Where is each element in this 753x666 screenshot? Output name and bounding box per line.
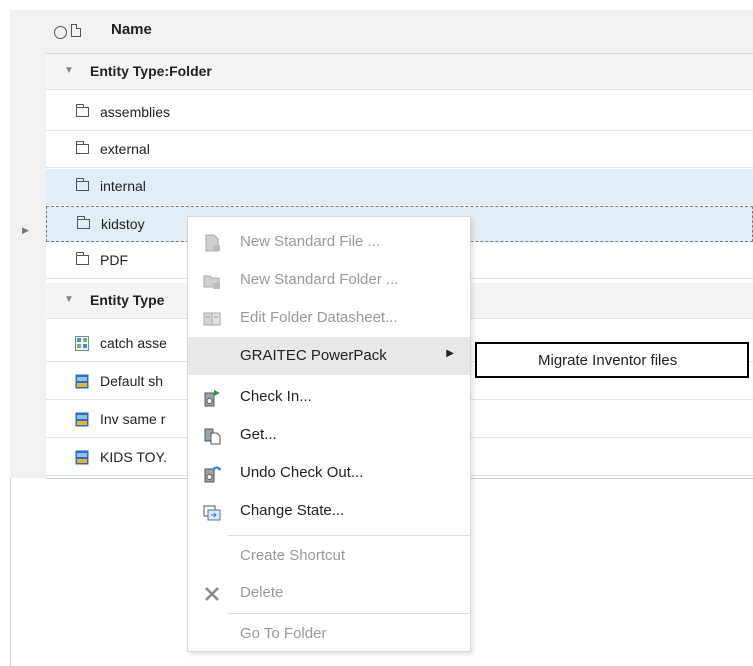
name-column-header[interactable]: Name (111, 21, 152, 38)
menu-item-label: GRAITEC PowerPack (240, 347, 387, 364)
row-name: KIDS TOY. (100, 449, 167, 465)
menu-item-edit-folder-datasheet[interactable]: Edit Folder Datasheet... (188, 299, 470, 337)
folder-icon (76, 178, 89, 191)
assembly-file-icon (75, 336, 89, 351)
menu-item-delete[interactable]: Delete (188, 574, 470, 612)
menu-item-label: Check In... (240, 388, 312, 405)
table-row[interactable]: external (46, 132, 753, 168)
inventor-file-icon (75, 374, 89, 389)
menu-item-get[interactable]: Get... (188, 416, 470, 454)
submenu-item-migrate-inventor-files[interactable]: Migrate Inventor files (538, 352, 677, 369)
grid-header: Name (46, 10, 753, 54)
row-name: Default sh (100, 373, 164, 389)
grid-border (10, 478, 11, 666)
group-label: Entity Type (90, 292, 165, 308)
menu-item-change-state[interactable]: Change State... (188, 492, 470, 530)
document-icon (71, 24, 81, 37)
get-icon (204, 428, 221, 445)
menu-item-label: Create Shortcut (240, 547, 346, 564)
row-name: PDF (100, 252, 128, 268)
menu-item-label: Delete (240, 584, 284, 601)
select-all-icon[interactable] (54, 26, 67, 39)
row-name: internal (100, 178, 146, 194)
folder-icon (76, 141, 89, 154)
current-row-indicator-icon: ▶ (22, 225, 29, 235)
inventor-file-icon (75, 450, 89, 465)
menu-item-new-standard-file[interactable]: New Standard File ... (188, 223, 470, 261)
menu-item-create-shortcut[interactable]: Create Shortcut (188, 537, 470, 575)
menu-item-undo-check-out[interactable]: Undo Check Out... (188, 454, 470, 492)
row-name: kidstoy (101, 216, 145, 232)
new-file-icon (205, 234, 220, 252)
menu-item-label: Undo Check Out... (240, 464, 364, 481)
collapse-triangle-icon[interactable]: ▼ (64, 65, 74, 76)
group-row-folder[interactable]: ▼ Entity Type:Folder (46, 54, 753, 90)
powerpack-submenu: Migrate Inventor files (475, 342, 749, 378)
menu-item-go-to-folder[interactable]: Go To Folder (188, 615, 470, 653)
menu-separator (228, 613, 470, 614)
table-row[interactable]: assemblies (46, 95, 753, 131)
inventor-file-icon (75, 412, 89, 427)
new-folder-icon (203, 275, 220, 289)
row-gutter (10, 10, 46, 478)
menu-item-graitec-powerpack[interactable]: GRAITEC PowerPack ▶ (188, 337, 470, 375)
undo-check-out-icon (204, 466, 221, 483)
folder-icon (77, 216, 90, 229)
folder-icon (76, 252, 89, 265)
check-in-icon (204, 390, 220, 407)
datasheet-icon (203, 312, 221, 326)
menu-item-new-standard-folder[interactable]: New Standard Folder ... (188, 261, 470, 299)
menu-item-label: Go To Folder (240, 625, 327, 642)
menu-item-label: Edit Folder Datasheet... (240, 309, 398, 326)
row-name: external (100, 141, 150, 157)
collapse-triangle-icon[interactable]: ▼ (64, 294, 74, 305)
row-name: Inv same r (100, 411, 166, 427)
row-name: assemblies (100, 104, 171, 120)
menu-separator (228, 535, 470, 536)
menu-item-label: Change State... (240, 502, 345, 519)
folder-icon (76, 104, 89, 117)
menu-item-label: New Standard File ... (240, 233, 381, 250)
table-row[interactable]: internal (46, 169, 753, 205)
menu-item-check-in[interactable]: Check In... (188, 378, 470, 416)
submenu-arrow-icon: ▶ (446, 348, 454, 359)
menu-item-label: Get... (240, 426, 277, 443)
change-state-icon (203, 505, 221, 521)
context-menu: New Standard File ... New Standard Folde… (187, 216, 471, 652)
delete-icon (205, 587, 219, 601)
group-label: Entity Type:Folder (90, 63, 212, 79)
row-name: catch asse (100, 335, 167, 351)
menu-item-label: New Standard Folder ... (240, 271, 399, 288)
